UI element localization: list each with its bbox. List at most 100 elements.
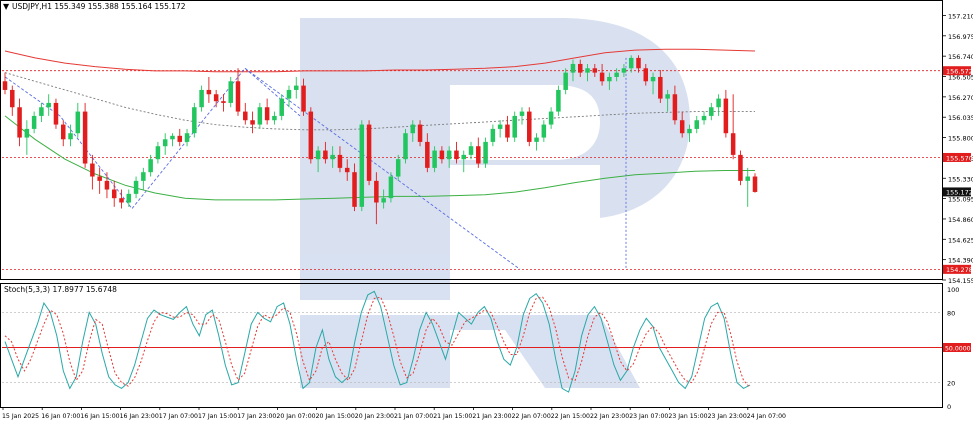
candle-body: [577, 63, 583, 73]
candle-body: [585, 68, 590, 73]
stoch-header: Stoch(5,3,3) 17.8977 15.6748: [4, 285, 117, 294]
candle-body: [141, 172, 146, 181]
candle-body: [148, 159, 153, 173]
candle-body: [60, 124, 66, 140]
candle-body: [213, 94, 219, 102]
price-tick-label: 157.210: [948, 12, 973, 20]
candle-body: [643, 68, 649, 82]
time-tick-label: 16 Jan 23:00: [120, 413, 159, 420]
candle-body: [308, 111, 314, 160]
candle-body: [410, 124, 416, 134]
candle-body: [687, 128, 692, 134]
stoch-panel-frame: [0, 283, 943, 408]
price-tick-label: 154.390: [948, 257, 973, 265]
candle-body: [97, 176, 102, 181]
candle-body: [461, 154, 466, 160]
candle-body: [534, 137, 539, 142]
candle-body: [548, 111, 554, 125]
candle-body: [723, 98, 729, 134]
price-label-text: 155.570: [946, 154, 973, 162]
candle-body: [563, 72, 568, 90]
candle-body: [745, 176, 750, 181]
candle-body: [272, 115, 277, 121]
candle-body: [716, 98, 721, 108]
candle-body: [650, 76, 656, 82]
candle-body: [228, 81, 233, 103]
candle-body: [162, 139, 168, 147]
time-tick-label: 23 Jan 23:00: [708, 413, 747, 420]
candle-body: [621, 68, 627, 73]
candle-body: [403, 133, 408, 160]
candle-body: [68, 133, 73, 140]
stoch-tick-label: 100: [947, 286, 959, 294]
trend-line: [4, 67, 301, 210]
candle-body: [257, 107, 263, 125]
candle-body: [31, 115, 37, 129]
candle-body: [381, 198, 386, 203]
candle-body: [519, 111, 525, 116]
candle-body: [694, 120, 700, 129]
candle-body: [454, 150, 459, 160]
candle-body: [425, 141, 430, 168]
candle-body: [352, 172, 357, 207]
stoch-level-label: 50.0000: [945, 345, 971, 352]
candle-body: [738, 154, 743, 181]
candle-body: [199, 89, 204, 108]
candle-body: [752, 176, 758, 192]
candle-body: [527, 111, 532, 142]
candle-body: [337, 154, 343, 168]
candle-body: [24, 128, 30, 138]
symbol-arrow-icon: ▼: [3, 2, 10, 11]
candle-body: [294, 85, 299, 90]
time-tick-label: 20 Jan 23:00: [355, 413, 394, 420]
candle-body: [592, 68, 598, 73]
candle-body: [184, 133, 190, 142]
candle-body: [155, 146, 161, 160]
candle-body: [709, 107, 714, 116]
stoch-tick-label: 80: [947, 309, 955, 317]
candle-body: [359, 124, 365, 207]
candle-body: [53, 102, 59, 125]
price-tick-label: 156.975: [948, 33, 973, 41]
candle-body: [628, 57, 634, 69]
candle-body: [82, 111, 88, 164]
candle-body: [672, 94, 678, 121]
candle-body: [243, 111, 248, 121]
candle-body: [541, 124, 547, 138]
candle-body: [636, 57, 641, 69]
candle-body: [250, 120, 255, 125]
candle-body: [301, 85, 306, 112]
stoch-tick-label: 20: [947, 380, 955, 388]
candle-body: [395, 159, 401, 177]
candle-body: [556, 89, 561, 112]
candle-body: [10, 89, 15, 108]
price-tick-label: 155.095: [948, 196, 973, 204]
candle-body: [483, 141, 488, 164]
candle-body: [111, 189, 117, 199]
candle-body: [599, 72, 605, 82]
candle-body: [46, 102, 51, 108]
time-tick-label: 17 Jan 23:00: [237, 413, 276, 420]
candle-body: [701, 115, 707, 121]
time-tick-label: 16 Jan 15:00: [80, 413, 119, 420]
candle-body: [607, 76, 612, 82]
candle-body: [730, 133, 736, 155]
candle-body: [315, 150, 321, 160]
candle-body: [192, 107, 197, 134]
candle-body: [490, 128, 496, 142]
time-tick-label: 22 Jan 23:00: [590, 413, 629, 420]
candle-body: [286, 89, 292, 99]
candle-body: [119, 198, 124, 203]
candle-body: [439, 150, 445, 160]
candle-body: [221, 101, 226, 103]
price-tick-label: 156.740: [948, 53, 973, 61]
candle-body: [505, 124, 510, 138]
candle-body: [665, 94, 670, 99]
time-tick-label: 16 Jan 07:00: [41, 413, 80, 420]
time-tick-label: 23 Jan 07:00: [629, 413, 668, 420]
time-tick-label: 20 Jan 15:00: [316, 413, 355, 420]
candle-body: [264, 107, 270, 121]
price-tick-label: 155.330: [948, 175, 973, 183]
candle-body: [679, 120, 685, 134]
price-label-text: 156.572: [946, 68, 973, 76]
